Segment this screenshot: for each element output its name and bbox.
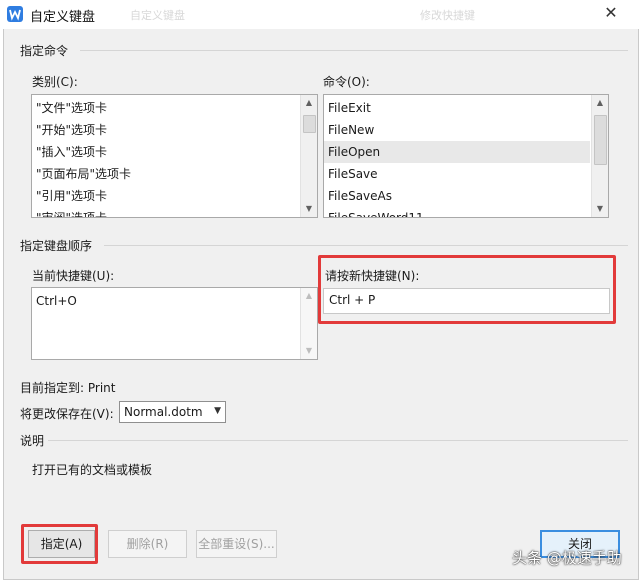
watermark-text: 头条 @极速手助 xyxy=(512,549,622,567)
wps-writer-icon xyxy=(7,6,23,22)
scroll-up-icon[interactable]: ▲ xyxy=(301,288,317,304)
annotation-highlight-box xyxy=(21,524,98,564)
save-location-dropdown[interactable]: Normal.dotm ▼ xyxy=(119,401,226,423)
current-keys-listbox[interactable]: Ctrl+O ▲ ▼ xyxy=(31,287,318,360)
categories-listbox[interactable]: "文件"选项卡 "开始"选项卡 "插入"选项卡 "页面布局"选项卡 "引用"选项… xyxy=(31,94,318,218)
list-item[interactable]: "审阅"选项卡 xyxy=(32,207,107,217)
commands-scrollbar[interactable]: ▲ ▼ xyxy=(591,95,608,217)
save-changes-label: 将更改保存在(V): xyxy=(20,407,114,421)
commands-label: 命令(O): xyxy=(323,75,370,89)
title-ghost-text-right: 修改快捷键 xyxy=(420,9,475,22)
scroll-up-icon[interactable]: ▲ xyxy=(592,95,608,111)
window-title: 自定义键盘 xyxy=(30,10,96,25)
scroll-down-icon[interactable]: ▼ xyxy=(301,343,317,359)
currently-assigned-caption: 目前指定到: xyxy=(20,381,85,395)
scroll-down-icon[interactable]: ▼ xyxy=(301,201,317,217)
scroll-down-icon[interactable]: ▼ xyxy=(592,201,608,217)
list-item[interactable]: "页面布局"选项卡 xyxy=(32,163,131,185)
description-text: 打开已有的文档或模板 xyxy=(32,463,153,477)
list-item[interactable]: Ctrl+O xyxy=(32,290,77,312)
list-item[interactable]: "引用"选项卡 xyxy=(32,185,107,207)
description-group-label: 说明 xyxy=(20,434,45,448)
list-item[interactable]: FileSave xyxy=(324,163,590,185)
title-bar: 自定义键盘 自定义键盘 修改快捷键 ✕ xyxy=(0,0,640,29)
list-item[interactable]: FileExit xyxy=(324,97,590,119)
scroll-up-icon[interactable]: ▲ xyxy=(301,95,317,111)
commands-listbox[interactable]: FileExit FileNew FileOpen FileSave FileS… xyxy=(323,94,609,218)
list-item[interactable]: "开始"选项卡 xyxy=(32,119,107,141)
close-icon[interactable]: ✕ xyxy=(599,2,623,24)
group-divider xyxy=(80,50,628,51)
list-item[interactable]: "文件"选项卡 xyxy=(32,97,107,119)
annotation-highlight-box xyxy=(318,255,616,324)
save-location-value: Normal.dotm xyxy=(124,405,203,419)
current-keys-scrollbar[interactable]: ▲ ▼ xyxy=(300,288,317,359)
remove-button[interactable]: 删除(R) xyxy=(108,530,187,558)
scrollbar-thumb[interactable] xyxy=(303,115,316,133)
keyboard-sequence-group-label: 指定键盘顺序 xyxy=(20,239,93,253)
list-item-selected[interactable]: FileOpen xyxy=(324,141,590,163)
scrollbar-thumb[interactable] xyxy=(594,115,607,165)
categories-scrollbar[interactable]: ▲ ▼ xyxy=(300,95,317,217)
assign-command-group-label: 指定命令 xyxy=(20,44,69,58)
list-item[interactable]: "插入"选项卡 xyxy=(32,141,107,163)
group-divider xyxy=(104,245,628,246)
group-divider xyxy=(48,440,628,441)
list-item[interactable]: FileSaveAs xyxy=(324,185,590,207)
currently-assigned-value: Print xyxy=(87,381,116,395)
reset-all-button[interactable]: 全部重设(S)... xyxy=(196,530,277,558)
categories-label: 类别(C): xyxy=(32,75,78,89)
list-item[interactable]: FileSaveWord11 xyxy=(324,207,590,217)
title-ghost-text: 自定义键盘 xyxy=(130,9,185,22)
currently-assigned-label: 目前指定到: Print xyxy=(20,379,115,396)
chevron-down-icon[interactable]: ▼ xyxy=(214,406,221,416)
list-item[interactable]: FileNew xyxy=(324,119,590,141)
current-keys-label: 当前快捷键(U): xyxy=(32,269,115,283)
